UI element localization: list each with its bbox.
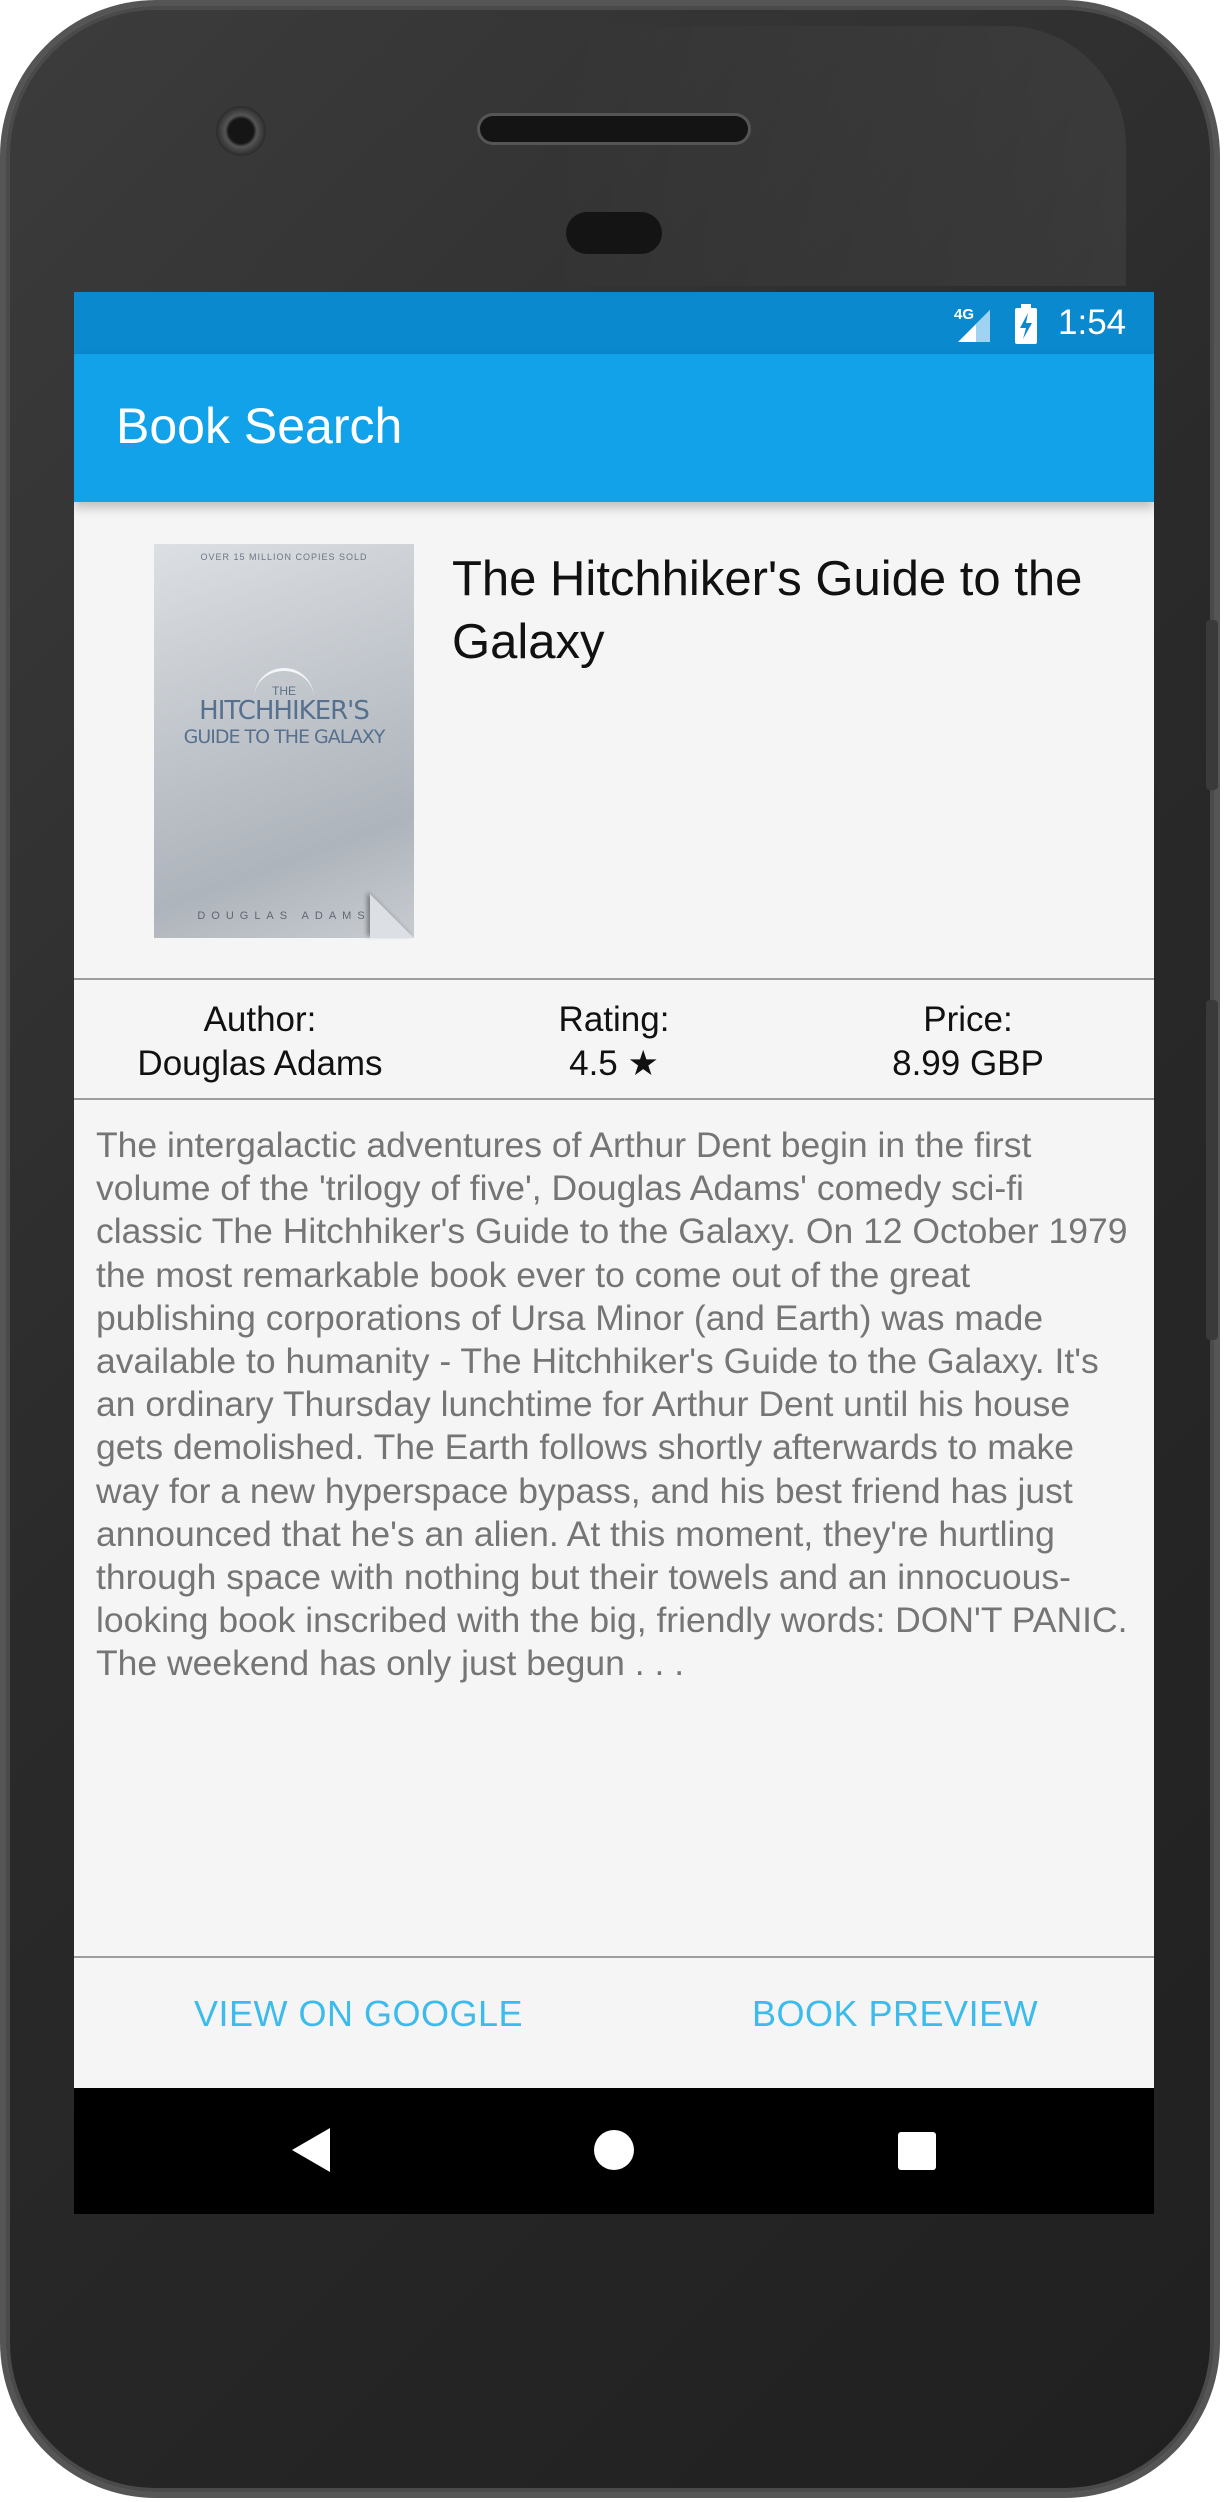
author-info: Author: Douglas Adams [110,998,410,1086]
signal-4g-icon: 4G [954,306,990,342]
status-bar: 4G 1:54 [74,292,1154,354]
battery-charging-icon [1015,304,1037,344]
nav-back-icon[interactable] [292,2128,330,2172]
app-bar: Book Search [74,354,1154,502]
phone-frame: 4G 1:54 Book Search OVER 15 MILLION COPI… [6,6,1218,2492]
divider-bottom [74,1956,1154,1958]
status-time: 1:54 [1058,303,1127,342]
navigation-bar [74,2088,1154,2214]
network-type-label: 4G [954,306,974,323]
price-info: Price: 8.99 GBP [818,998,1118,1086]
front-camera [216,106,266,156]
book-description: The intergalactic adventures of Arthur D… [96,1125,1128,1684]
author-value: Douglas Adams [137,1044,383,1083]
rating-value: 4.5 ★ [569,1044,659,1083]
divider-middle [74,1098,1154,1100]
app-title: Book Search [116,398,403,454]
proximity-sensor [566,212,662,254]
book-preview-button[interactable]: BOOK PREVIEW [752,1992,1038,2036]
view-on-google-button[interactable]: VIEW ON GOOGLE [194,1992,523,2036]
volume-button [1206,1000,1218,1340]
nav-home-icon[interactable] [594,2130,634,2170]
cover-page-curl [370,894,414,938]
earpiece-speaker [480,116,748,142]
price-label: Price: [923,1000,1013,1039]
rating-label: Rating: [558,1000,670,1039]
price-value: 8.99 GBP [892,1044,1044,1083]
cover-top-text: OVER 15 MILLION COPIES SOLD [200,552,368,562]
rating-info: Rating: 4.5 ★ [464,998,764,1086]
cover-title-line2: GUIDE TO THE GALAXY [183,726,386,748]
nav-recents-icon[interactable] [898,2132,936,2170]
divider-top [74,978,1154,980]
cover-title-line1: HITCHHIKER'S [199,696,370,726]
screen: 4G 1:54 Book Search OVER 15 MILLION COPI… [74,292,1154,2214]
book-cover-image: OVER 15 MILLION COPIES SOLD THE HITCHHIK… [154,544,414,938]
power-button [1206,620,1218,790]
book-title: The Hitchhiker's Guide to the Galaxy [452,552,1083,669]
author-label: Author: [203,1000,317,1039]
